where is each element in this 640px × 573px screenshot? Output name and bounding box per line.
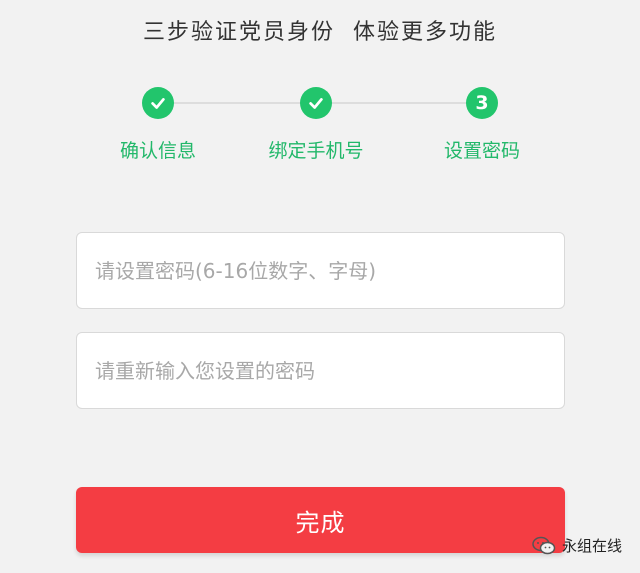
step-connector [316,102,482,104]
step-2-check-icon [300,87,332,119]
confirm-password-field [76,332,565,409]
step-label-bind-phone: 绑定手机号 [268,140,364,162]
wechat-icon [532,536,556,554]
page-title: 三步验证党员身份 体验更多功能 [143,20,497,45]
password-input[interactable] [77,233,564,308]
step-3-number: 3 [466,87,498,119]
step-label-set-password: 设置密码 [443,140,520,162]
password-field [76,232,565,309]
watermark-text: 永组在线 [561,537,622,555]
finish-button[interactable]: 完成 [76,487,565,553]
step-1-check-icon [142,87,174,119]
progress-steps: 3 确认信息 绑定手机号 设置密码 [0,84,640,164]
watermark: 永组在线 [532,535,622,556]
confirm-password-input[interactable] [77,333,564,408]
step-label-confirm-info: 确认信息 [119,140,196,162]
step-connector [158,102,316,104]
